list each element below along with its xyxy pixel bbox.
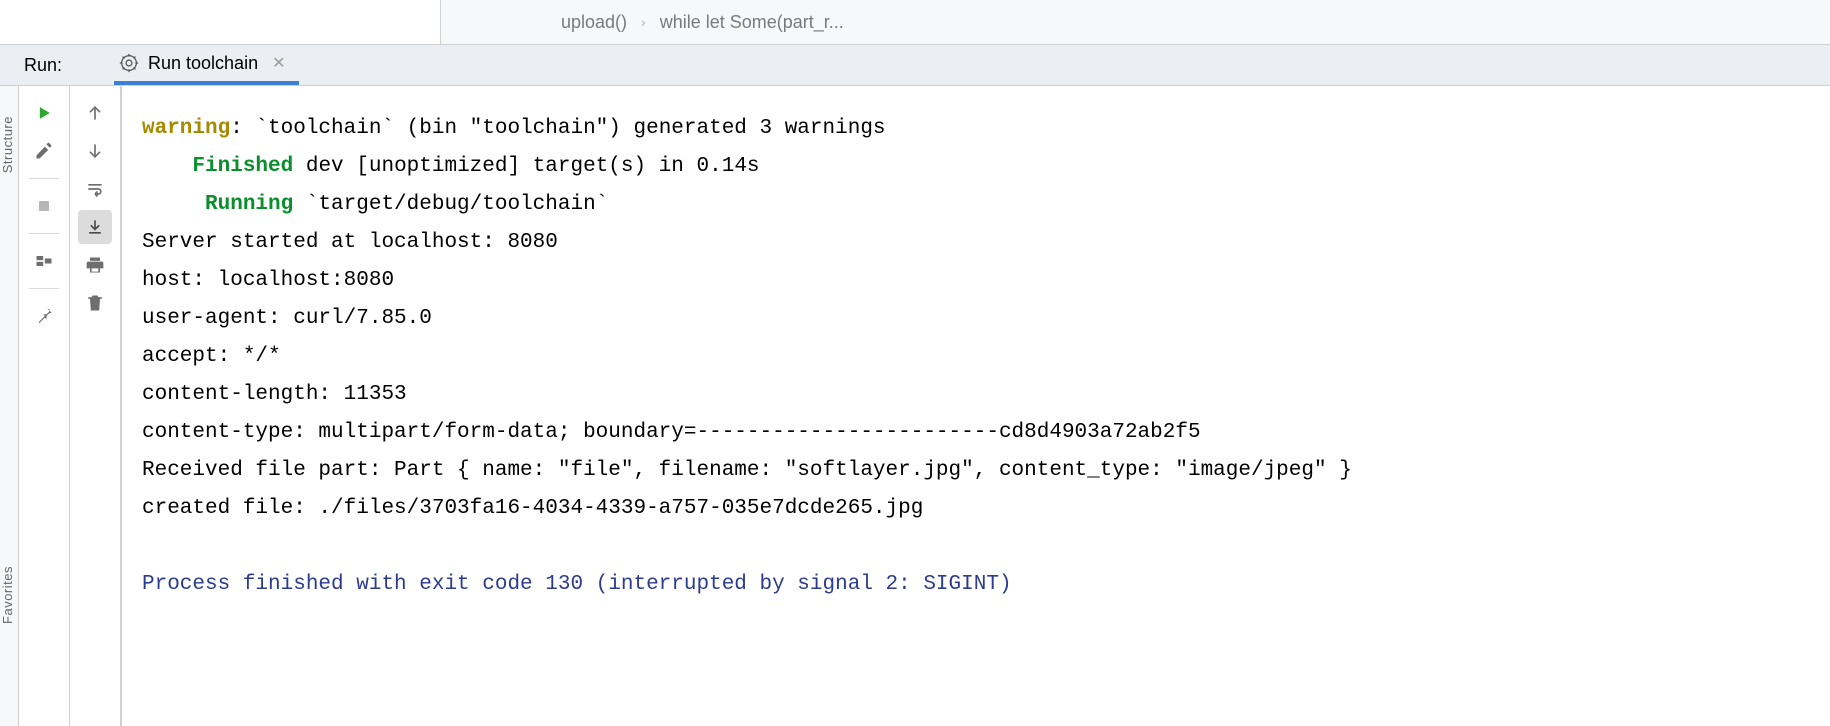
stop-button[interactable] [27,189,61,223]
console-text: content-length: 11353 [142,383,407,406]
breadcrumb[interactable]: upload() › while let Some(part_r... [441,12,844,33]
structure-tool-label[interactable]: Structure [0,116,15,173]
console-text: Received file part: Part { name: "file",… [142,459,1352,482]
run-label: Run: [0,55,114,76]
console-exit-line: Process finished with exit code 130 (int… [142,573,1012,596]
edit-config-button[interactable] [27,134,61,168]
console-text: dev [unoptimized] target(s) in 0.14s [293,155,759,178]
console-text [142,155,192,178]
print-button[interactable] [78,248,112,282]
run-config-label: Run toolchain [148,53,258,74]
console-text: content-type: multipart/form-data; bound… [142,421,1201,444]
rust-icon [118,52,140,74]
console-output[interactable]: warning: `toolchain` (bin "toolchain") g… [121,86,1830,726]
favorites-tool-label[interactable]: Favorites [0,566,15,624]
soft-wrap-button[interactable] [78,172,112,206]
ide-left-edge: Structure Favorites [0,86,19,726]
console-text: `target/debug/toolchain` [293,193,608,216]
pin-button[interactable] [27,299,61,333]
console-text: created file: ./files/3703fa16-4034-4339… [142,497,923,520]
console-text: : `toolchain` (bin "toolchain") generate… [230,117,885,140]
run-actions-column [19,86,70,726]
clear-button[interactable] [78,286,112,320]
run-config-tab[interactable]: Run toolchain ✕ [114,45,299,85]
close-icon[interactable]: ✕ [272,53,285,73]
console-warning: warning [142,117,230,140]
console-text: host: localhost:8080 [142,269,394,292]
breadcrumb-item[interactable]: upload() [561,12,627,33]
console-text: user-agent: curl/7.85.0 [142,307,432,330]
editor-tab-stub [0,0,441,44]
scroll-to-end-button[interactable] [78,210,112,244]
console-text: Server started at localhost: 8080 [142,231,558,254]
layout-button[interactable] [27,244,61,278]
chevron-right-icon: › [641,14,646,30]
run-tool-window-header: Run: Run toolchain ✕ [0,45,1830,86]
breadcrumb-item[interactable]: while let Some(part_r... [660,12,844,33]
console-running: Running [205,193,293,216]
scroll-down-button[interactable] [78,134,112,168]
scroll-up-button[interactable] [78,96,112,130]
console-actions-column [70,86,121,726]
rerun-button[interactable] [27,96,61,130]
editor-top-bar: upload() › while let Some(part_r... [0,0,1830,45]
console-text [142,193,205,216]
console-finished: Finished [192,155,293,178]
console-text: accept: */* [142,345,281,368]
